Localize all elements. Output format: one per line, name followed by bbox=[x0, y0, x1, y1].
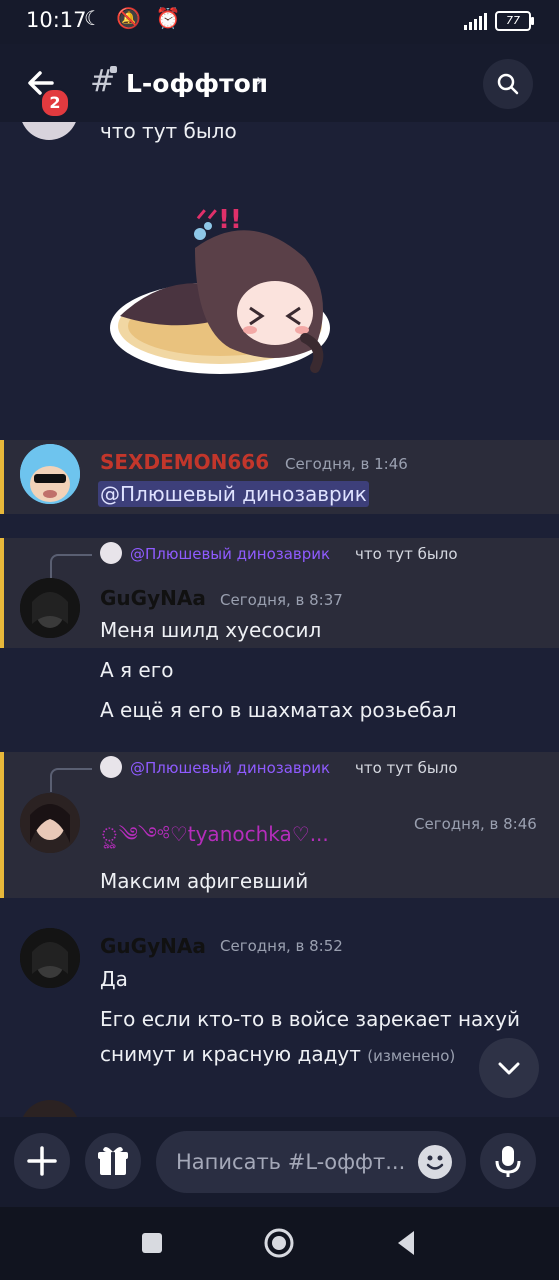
chevron-right-icon[interactable]: › bbox=[256, 70, 263, 91]
reply-preview-text[interactable]: что тут было bbox=[355, 545, 458, 563]
message-text: Да bbox=[100, 967, 128, 991]
timestamp: Сегодня, в 8:37 bbox=[220, 591, 343, 609]
user-mention[interactable]: @Плюшевый динозаврик bbox=[98, 481, 369, 507]
status-time: 10:17 bbox=[26, 8, 87, 32]
reply-avatar bbox=[100, 542, 122, 564]
author-name[interactable]: ৣ༄༺♡tyanochka♡... bbox=[100, 812, 329, 868]
message-text-line: снимут и красную дадут bbox=[100, 1042, 361, 1066]
mention-highlight-bar bbox=[0, 440, 4, 514]
plus-icon bbox=[27, 1146, 57, 1176]
gift-button[interactable] bbox=[85, 1133, 141, 1189]
reply-avatar bbox=[100, 756, 122, 778]
recents-icon[interactable] bbox=[140, 1231, 164, 1255]
message-text: снимут и красную дадут (изменено) bbox=[100, 1042, 455, 1066]
add-button[interactable] bbox=[14, 1133, 70, 1189]
avatar[interactable] bbox=[20, 928, 80, 988]
avatar[interactable] bbox=[20, 444, 80, 504]
message-input-placeholder: Написать #L-оффт... bbox=[176, 1150, 406, 1174]
scroll-to-bottom-button[interactable] bbox=[479, 1038, 539, 1098]
search-icon bbox=[497, 73, 519, 95]
author-name[interactable]: GuGyNAa bbox=[100, 934, 206, 958]
battery-icon: 77 bbox=[495, 11, 534, 31]
message-text: что тут было bbox=[100, 122, 237, 143]
author-name[interactable]: GuGyNAa bbox=[100, 586, 206, 610]
message-input[interactable]: Написать #L-оффт... bbox=[156, 1131, 466, 1193]
chevron-down-icon bbox=[498, 1062, 520, 1075]
avatar[interactable] bbox=[20, 1100, 80, 1117]
signal-icon bbox=[464, 12, 487, 30]
channel-title[interactable]: L-оффтоп bbox=[126, 69, 268, 98]
reply-mention[interactable]: @Плюшевый динозаврик bbox=[130, 759, 330, 777]
lock-icon bbox=[110, 66, 117, 73]
emoji-icon bbox=[426, 1155, 444, 1170]
status-right: 77 bbox=[464, 10, 534, 32]
home-icon[interactable] bbox=[263, 1227, 295, 1259]
emoji-button[interactable] bbox=[418, 1145, 452, 1179]
timestamp: Сегодня, в 8:46 bbox=[414, 815, 537, 833]
reply-connector bbox=[50, 768, 92, 792]
message-text: Меня шилд хуесосил bbox=[100, 618, 322, 642]
reply-connector bbox=[50, 554, 92, 578]
message-list[interactable]: что тут было ᐟᐟ!! SEXDEMON666 Сегодня, в… bbox=[0, 122, 559, 1117]
channel-header: 2 # L-оффтоп › bbox=[0, 44, 559, 122]
author-name[interactable]: SEXDEMON666 bbox=[100, 450, 269, 474]
status-icons: ☾ 🔕 ⏰ bbox=[84, 6, 185, 30]
back-nav-icon[interactable] bbox=[394, 1229, 418, 1257]
voice-message-button[interactable] bbox=[480, 1133, 536, 1189]
reply-mention[interactable]: @Плюшевый динозаврик bbox=[130, 545, 330, 563]
message-text: Его если кто-то в войсе зарекает нахуй bbox=[100, 1007, 520, 1031]
timestamp: Сегодня, в 8:52 bbox=[220, 937, 343, 955]
avatar[interactable] bbox=[20, 578, 80, 638]
mention-highlight-bar bbox=[0, 752, 4, 898]
message-text: А ещё я его в шахматах розьебал bbox=[100, 698, 457, 722]
unread-badge: 2 bbox=[40, 88, 70, 118]
status-bar: 10:17 ☾ 🔕 ⏰ 77 bbox=[0, 0, 559, 44]
message-text: А я его bbox=[100, 658, 174, 682]
timestamp: Сегодня, в 1:46 bbox=[285, 455, 408, 473]
system-navigation-bar bbox=[0, 1207, 559, 1280]
gift-icon bbox=[98, 1146, 128, 1175]
avatar[interactable] bbox=[20, 793, 80, 853]
edited-label: (изменено) bbox=[367, 1047, 456, 1065]
composer-bar: Написать #L-оффт... bbox=[0, 1117, 559, 1207]
sticker-image[interactable]: ᐟᐟ!! bbox=[100, 188, 350, 388]
microphone-icon bbox=[495, 1146, 521, 1177]
search-button[interactable] bbox=[483, 59, 533, 109]
mention-highlight-bar bbox=[0, 538, 4, 648]
message-text: Максим афигевший bbox=[100, 869, 309, 893]
reply-preview-text[interactable]: что тут было bbox=[355, 759, 458, 777]
avatar[interactable] bbox=[20, 122, 78, 140]
